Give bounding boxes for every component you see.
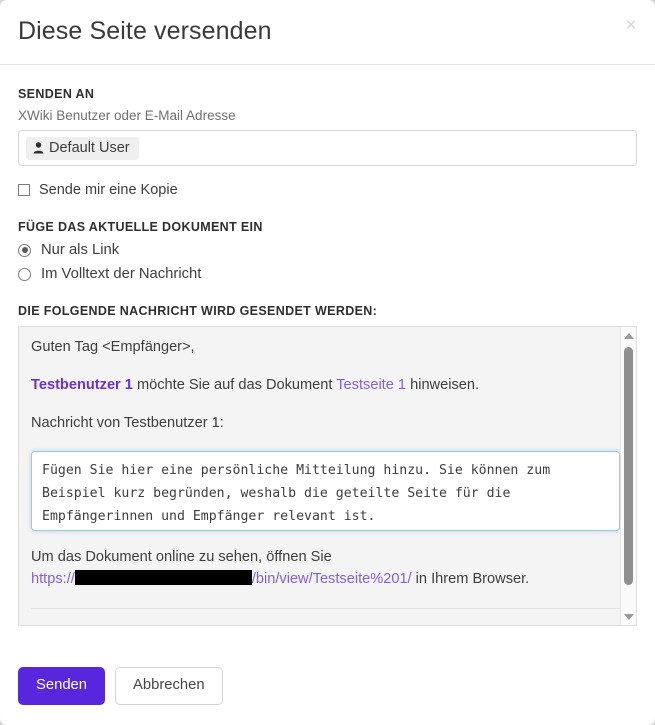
recipient-legend: SENDEN AN [18, 87, 95, 101]
recipient-hint: XWiki Benutzer oder E-Mail Adresse [18, 108, 236, 123]
preview-open-line-pre: Um das Dokument online zu sehen, öffnen … [31, 549, 332, 566]
recipient-chip-label: Default User [49, 139, 130, 156]
include-legend: FÜGE DAS AKTUELLE DOKUMENT EIN [18, 220, 263, 234]
send-page-dialog: Diese Seite versenden × SENDEN AN XWiki … [0, 0, 655, 725]
dialog-body: SENDEN AN XWiki Benutzer oder E-Mail Adr… [0, 87, 655, 626]
preview-notice-mid: möchte Sie auf das Dokument [132, 377, 337, 394]
preview-sender-link[interactable]: Testbenutzer 1 [31, 377, 133, 393]
preview-page-link[interactable]: Testseite 1 [336, 377, 406, 393]
person-icon [33, 141, 44, 154]
preview-open-line: Um das Dokument online zu sehen, öffnen … [31, 547, 620, 589]
dialog-footer: Senden Abbrechen [0, 647, 655, 725]
include-option-link-label: Nur als Link [41, 242, 120, 258]
preview-divider [31, 607, 620, 609]
scrollbar-thumb[interactable] [624, 347, 633, 585]
send-me-copy-checkbox[interactable] [18, 184, 30, 196]
send-button[interactable]: Senden [18, 667, 106, 705]
close-icon[interactable]: × [619, 14, 643, 38]
include-option-link-radio[interactable] [18, 243, 31, 257]
scroll-up-icon[interactable] [621, 328, 636, 343]
personal-message-textarea[interactable] [31, 451, 620, 532]
send-me-copy-row[interactable]: Sende mir eine Kopie [18, 182, 637, 198]
message-preview-content: Guten Tag <Empfänger>, Testbenutzer 1 mö… [19, 327, 636, 625]
preview-scrollbar[interactable] [620, 327, 636, 625]
preview-url-path[interactable]: /bin/view/Testseite%201/ [252, 571, 412, 587]
preview-url-scheme[interactable]: https:// [31, 571, 75, 587]
dialog-header: Diese Seite versenden × [0, 0, 655, 65]
recipient-chip[interactable]: Default User [26, 136, 139, 160]
preview-from-line: Nachricht von Testbenutzer 1: [31, 415, 224, 432]
include-option-link[interactable]: Nur als Link [18, 242, 637, 258]
preview-open-line-post: in Ihrem Browser. [411, 570, 530, 587]
send-me-copy-label: Sende mir eine Kopie [39, 182, 178, 198]
preview-legend: DIE FOLGENDE NACHRICHT WIRD GESENDET WER… [18, 304, 378, 318]
preview-greeting: Guten Tag <Empfänger>, [31, 339, 195, 355]
dialog-title: Diese Seite versenden [18, 17, 272, 45]
redacted-host [74, 569, 252, 585]
include-option-fulltext-label: Im Volltext der Nachricht [41, 266, 202, 282]
include-option-fulltext-radio[interactable] [18, 267, 31, 281]
preview-notice-end: hinweisen. [406, 377, 480, 394]
message-preview: Guten Tag <Empfänger>, Testbenutzer 1 mö… [18, 326, 637, 626]
cancel-button[interactable]: Abbrechen [115, 667, 223, 705]
scroll-down-icon[interactable] [621, 609, 636, 624]
recipient-input[interactable]: Default User [18, 130, 637, 166]
preview-notice: Testbenutzer 1 möchte Sie auf das Dokume… [31, 375, 620, 396]
include-option-fulltext[interactable]: Im Volltext der Nachricht [18, 266, 637, 282]
